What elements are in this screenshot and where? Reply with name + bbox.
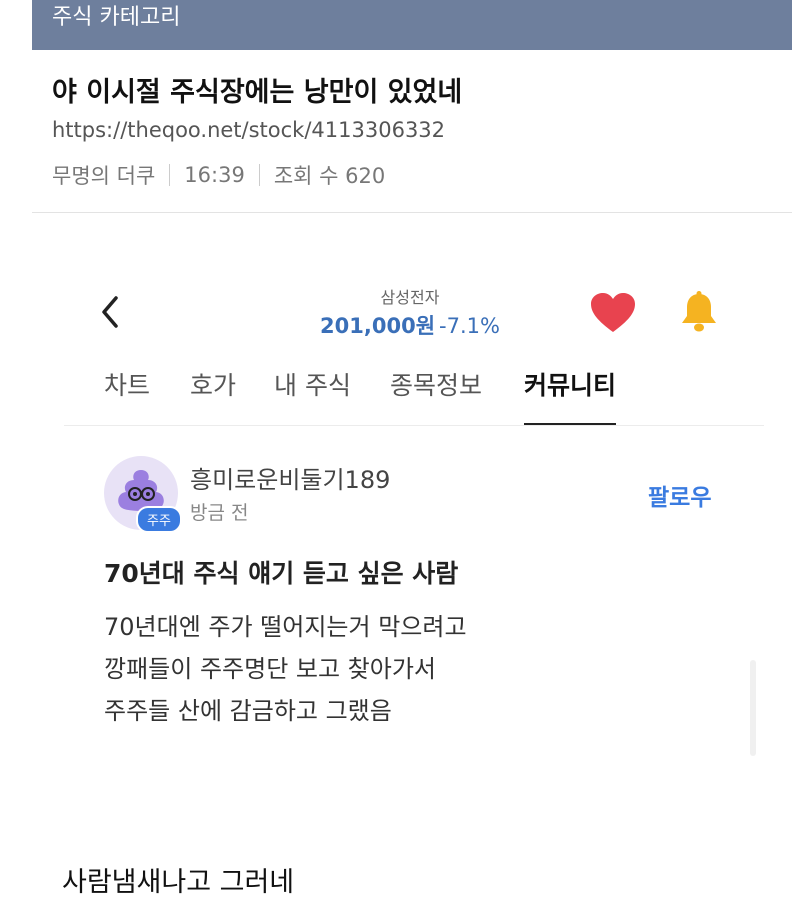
tab-orderbook[interactable]: 호가 <box>190 366 236 426</box>
community-post-body: 70년대엔 주가 떨어지는거 막으려고 깡패들이 주주명단 보고 찾아가서 주주… <box>104 606 467 732</box>
category-label: 주식 카테고리 <box>52 5 181 30</box>
heart-icon[interactable] <box>590 292 636 334</box>
post-meta: 무명의 더쿠 16:39 조회 수 620 <box>52 160 385 190</box>
community-time: 방금 전 <box>190 502 249 524</box>
body-line: 주주들 산에 감금하고 그랬음 <box>104 697 392 725</box>
post-title: 야 이시절 주식장에는 낭만이 있었네 <box>52 77 463 108</box>
meta-separator <box>258 164 260 186</box>
stock-price: 201,000원 -7.1% <box>280 310 540 340</box>
post-comment-text: 사람냄새나고 그러네 <box>62 867 295 898</box>
header-divider <box>32 212 792 213</box>
tab-chart[interactable]: 차트 <box>104 366 150 426</box>
tab-community[interactable]: 커뮤니티 <box>524 366 617 426</box>
tab-stock-info[interactable]: 종목정보 <box>390 366 482 426</box>
tabs-divider <box>64 425 764 426</box>
stock-name: 삼성전자 <box>380 288 440 307</box>
tab-my-stock[interactable]: 내 주식 <box>274 366 351 426</box>
scrollbar[interactable] <box>750 660 756 756</box>
community-post-title: 70년대 주식 얘기 듣고 싶은 사람 <box>104 559 459 588</box>
category-bar[interactable]: 주식 카테고리 <box>32 0 792 50</box>
holder-badge: 주주 <box>136 506 182 533</box>
community-author[interactable]: 흥미로운비둘기189 <box>190 460 390 495</box>
post-author: 무명의 더쿠 <box>52 164 156 188</box>
post-time: 16:39 <box>184 163 245 187</box>
back-arrow-icon[interactable] <box>96 292 126 332</box>
price-value: 201,000원 <box>320 314 436 338</box>
post-url[interactable]: https://theqoo.net/stock/4113306332 <box>52 118 445 142</box>
follow-button[interactable]: 팔로우 <box>648 478 711 512</box>
meta-separator <box>169 164 171 186</box>
body-line: 70년대엔 주가 떨어지는거 막으려고 <box>104 613 467 641</box>
post-views: 조회 수 620 <box>273 164 386 188</box>
body-line: 깡패들이 주주명단 보고 찾아가서 <box>104 655 437 683</box>
bell-icon[interactable] <box>678 290 720 334</box>
price-change: -7.1% <box>439 314 500 338</box>
